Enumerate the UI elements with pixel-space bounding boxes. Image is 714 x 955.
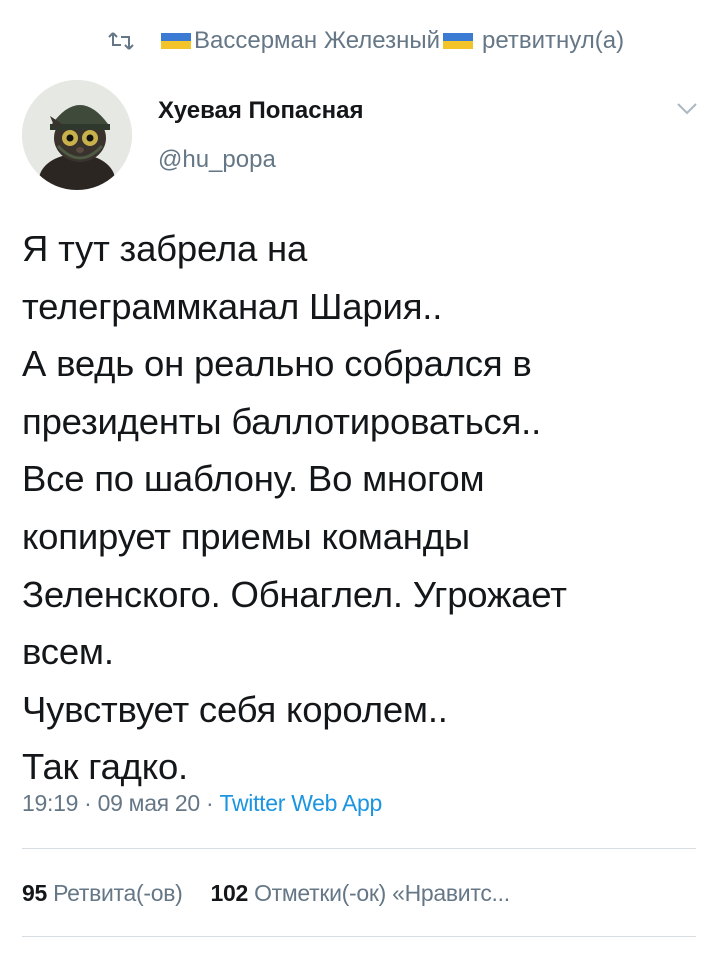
tweet-source[interactable]: Twitter Web App <box>219 790 382 816</box>
tweet-date[interactable]: 09 мая 20 <box>98 790 201 816</box>
likes-stat[interactable]: 102 Отметки(-ок) «Нравитс... <box>210 880 511 906</box>
tweet-text: Я тут забрела на телеграммканал Шария.. … <box>22 228 567 788</box>
author-name[interactable]: Хуевая Попасная <box>158 97 363 125</box>
ukraine-flag-icon <box>161 33 191 49</box>
retweet-header: Вассерман Железный ретвитнул(а) <box>108 24 624 58</box>
retweets-stat[interactable]: 95 Ретвита(-ов) <box>22 880 183 906</box>
ukraine-flag-icon <box>442 33 473 49</box>
retweet-icon <box>108 32 134 50</box>
retweet-label: ретвитнул(а) <box>481 27 625 54</box>
avatar[interactable] <box>22 80 132 190</box>
divider <box>22 936 696 937</box>
meta-separator: · <box>84 790 92 816</box>
author-handle[interactable]: @hu_popa <box>158 146 276 174</box>
likes-label: Отметки(-ок) «Нравитс... <box>254 880 510 906</box>
retweets-count: 95 <box>22 880 47 906</box>
cat-helmet-avatar-image <box>22 80 132 190</box>
divider <box>22 848 696 849</box>
meta-separator: · <box>206 790 214 816</box>
chevron-down-icon[interactable] <box>676 102 698 116</box>
retweets-label: Ретвита(-ов) <box>53 880 183 906</box>
tweet-time[interactable]: 19:19 <box>22 790 78 816</box>
retweeter-name[interactable]: Вассерман Железный <box>194 27 440 55</box>
tweet-stats: 95 Ретвита(-ов) 102 Отметки(-ок) «Нравитс… <box>22 880 510 907</box>
tweet-meta: 19:19 · 09 мая 20 · Twitter Web App <box>22 790 382 817</box>
likes-count: 102 <box>210 880 249 906</box>
